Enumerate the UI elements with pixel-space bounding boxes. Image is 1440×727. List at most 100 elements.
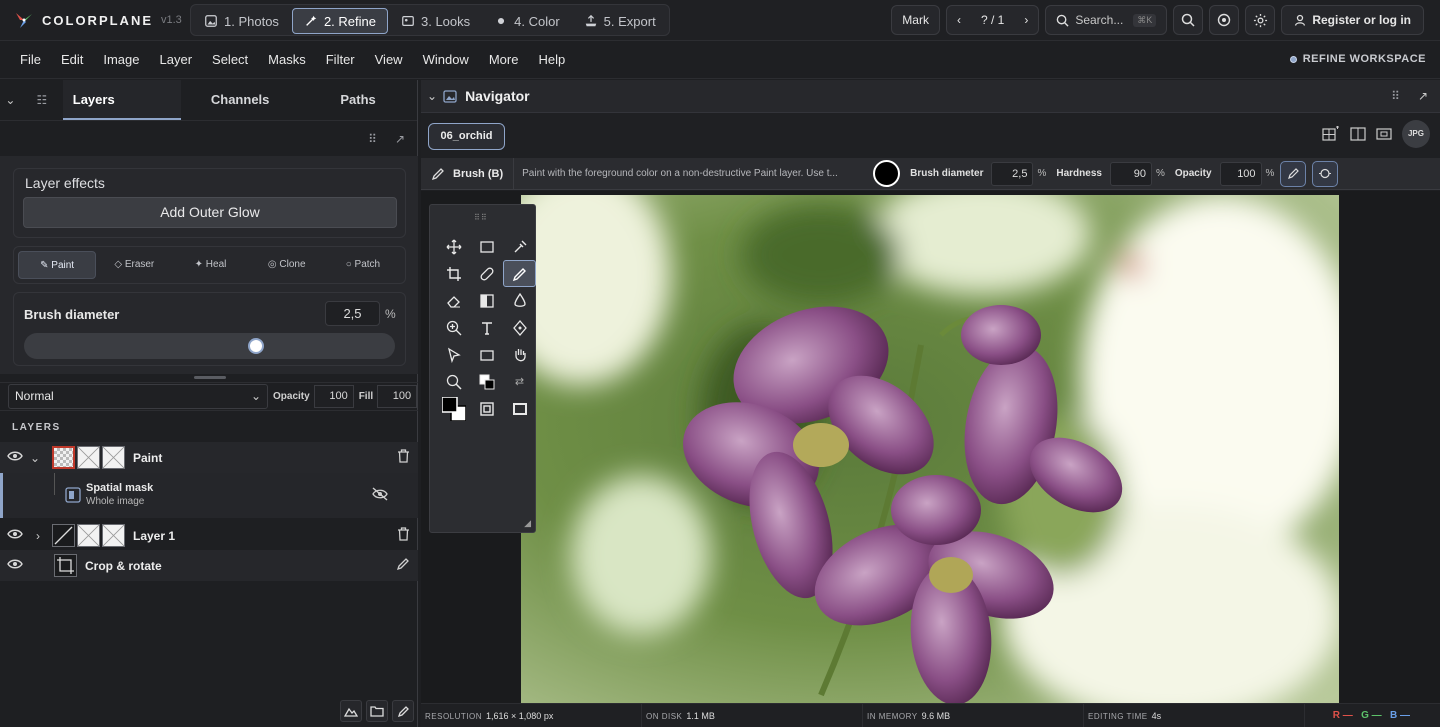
hand-tool-icon[interactable]	[503, 341, 536, 368]
split-view-icon[interactable]	[1350, 127, 1366, 141]
magnifier-tool-icon[interactable]	[437, 368, 470, 395]
trash-icon[interactable]	[397, 449, 410, 466]
airbrush-button[interactable]	[1312, 160, 1339, 187]
layer-row-paint[interactable]: ⌄ Paint	[0, 442, 418, 473]
blend-mode-select[interactable]: Normal ⌄	[8, 384, 268, 409]
grid-compare-icon[interactable]	[1322, 126, 1340, 142]
menu-view[interactable]: View	[365, 52, 413, 67]
layer-fill-input[interactable]: 100	[377, 385, 418, 408]
eyedropper-tool-icon[interactable]	[503, 233, 536, 260]
step-export[interactable]: 5. Export	[573, 8, 667, 34]
tab-paths[interactable]: Paths	[299, 80, 417, 120]
prev-photo-button[interactable]: ‹	[947, 13, 971, 27]
menu-more[interactable]: More	[479, 52, 529, 67]
search-button[interactable]: Search... ⌘K	[1045, 5, 1168, 35]
brush-diameter-input[interactable]: 2,5	[325, 301, 380, 326]
text-tool-icon[interactable]	[470, 314, 503, 341]
mask-thumbnail	[77, 446, 100, 469]
hardness-input[interactable]: 90	[1109, 161, 1152, 186]
screen-mode-icon[interactable]	[503, 395, 536, 422]
tool-tab-patch[interactable]: ○ Patch	[325, 251, 401, 279]
menu-window[interactable]: Window	[413, 52, 479, 67]
add-adjustment-button[interactable]	[340, 700, 362, 722]
drag-handle-icon[interactable]: ⠿	[368, 132, 377, 146]
pen-pressure-button[interactable]	[1280, 160, 1307, 187]
step-color[interactable]: 4. Color	[483, 8, 571, 34]
menu-masks[interactable]: Masks	[258, 52, 316, 67]
tool-tab-heal[interactable]: ✦ Heal	[172, 251, 248, 279]
diameter-input[interactable]: 2,5	[991, 161, 1034, 186]
tool-tab-eraser[interactable]: ◇ Eraser	[96, 251, 172, 279]
drag-handle-icon[interactable]: ⠿	[1391, 89, 1400, 103]
visibility-eye-icon[interactable]	[0, 450, 30, 465]
expand-chevron-icon[interactable]: ⌄	[30, 451, 52, 465]
menu-file[interactable]: File	[10, 52, 51, 67]
layer-row-layer1[interactable]: › Layer 1	[0, 520, 418, 551]
pen-tool-icon[interactable]	[503, 314, 536, 341]
menu-layer[interactable]: Layer	[150, 52, 203, 67]
mark-button[interactable]: Mark	[891, 5, 940, 35]
collapse-chevron-icon[interactable]: ⌄	[0, 93, 21, 107]
menu-help[interactable]: Help	[528, 52, 575, 67]
quick-mask-icon[interactable]	[470, 395, 503, 422]
orchid-photo[interactable]	[521, 195, 1339, 703]
collapse-chevron-icon[interactable]: ⌄	[427, 89, 437, 103]
gradient-tool-icon[interactable]	[470, 287, 503, 314]
resize-handle[interactable]	[194, 376, 226, 379]
step-looks[interactable]: 3. Looks	[390, 8, 481, 34]
layer-row-crop-rotate[interactable]: Crop & rotate	[0, 550, 418, 581]
resize-corner-icon[interactable]: ◢	[524, 518, 531, 529]
foreground-color-swatch[interactable]	[873, 160, 901, 187]
paint-brush-icon: ✎	[40, 260, 49, 271]
menu-image[interactable]: Image	[93, 52, 149, 67]
move-tool-icon[interactable]	[437, 233, 470, 260]
settings-button[interactable]	[1245, 5, 1276, 35]
tab-layers[interactable]: Layers	[62, 80, 182, 120]
foreground-background-icon[interactable]	[437, 395, 470, 422]
add-outer-glow-button[interactable]: Add Outer Glow	[23, 197, 397, 228]
healing-tool-icon[interactable]	[470, 260, 503, 287]
marquee-tool-icon[interactable]	[470, 233, 503, 260]
toolbox-grip-icon[interactable]: ⠿⠿	[474, 213, 488, 222]
popout-arrow-icon[interactable]: ↗	[395, 132, 405, 146]
next-photo-button[interactable]: ›	[1014, 13, 1038, 27]
zoom-search-button[interactable]	[1173, 5, 1204, 35]
frame-view-icon[interactable]	[1376, 127, 1392, 141]
path-select-tool-icon[interactable]	[437, 341, 470, 368]
spatial-mask-row[interactable]: Spatial mask Whole image	[0, 473, 418, 518]
crop-tool-icon[interactable]	[437, 260, 470, 287]
new-group-button[interactable]	[366, 700, 388, 722]
target-button[interactable]	[1209, 5, 1240, 35]
brush-tool-icon[interactable]	[503, 260, 536, 287]
expand-chevron-right-icon[interactable]: ›	[30, 529, 52, 543]
layer-opacity-input[interactable]: 100	[313, 385, 354, 408]
tool-tab-paint[interactable]: ✎ Paint	[18, 251, 97, 279]
menu-filter[interactable]: Filter	[316, 52, 365, 67]
panel-list-icon[interactable]: ☷	[21, 93, 63, 107]
brush-opacity-input[interactable]: 100	[1219, 161, 1262, 186]
new-paint-layer-button[interactable]	[392, 700, 414, 722]
slider-knob[interactable]	[248, 338, 264, 354]
eye-off-icon[interactable]	[371, 487, 389, 501]
top-right-controls: Mark ‹ ? / 1 › Search... ⌘K Register or …	[891, 5, 1424, 35]
trash-icon[interactable]	[397, 527, 410, 544]
swap-colors-icon[interactable]: ⇄	[503, 368, 536, 395]
brush-diameter-slider[interactable]	[24, 333, 395, 359]
shape-tool-icon[interactable]	[470, 341, 503, 368]
default-colors-icon[interactable]	[470, 368, 503, 395]
blur-drop-tool-icon[interactable]	[503, 287, 536, 314]
step-refine[interactable]: 2. Refine	[291, 8, 388, 34]
eraser-tool-icon[interactable]	[437, 287, 470, 314]
tab-channels[interactable]: Channels	[181, 80, 299, 120]
zoom-tool-icon[interactable]	[437, 314, 470, 341]
step-photos[interactable]: 1. Photos	[193, 8, 290, 34]
edit-pencil-icon[interactable]	[396, 557, 410, 574]
register-login-button[interactable]: Register or log in	[1281, 5, 1424, 35]
menu-select[interactable]: Select	[202, 52, 258, 67]
tool-tab-clone[interactable]: ◎ Clone	[249, 251, 325, 279]
file-tab[interactable]: 06_orchid	[428, 123, 505, 150]
menu-edit[interactable]: Edit	[51, 52, 93, 67]
visibility-eye-icon[interactable]	[0, 528, 30, 543]
popout-arrow-icon[interactable]: ↗	[1418, 89, 1428, 103]
visibility-eye-icon[interactable]	[0, 558, 30, 573]
